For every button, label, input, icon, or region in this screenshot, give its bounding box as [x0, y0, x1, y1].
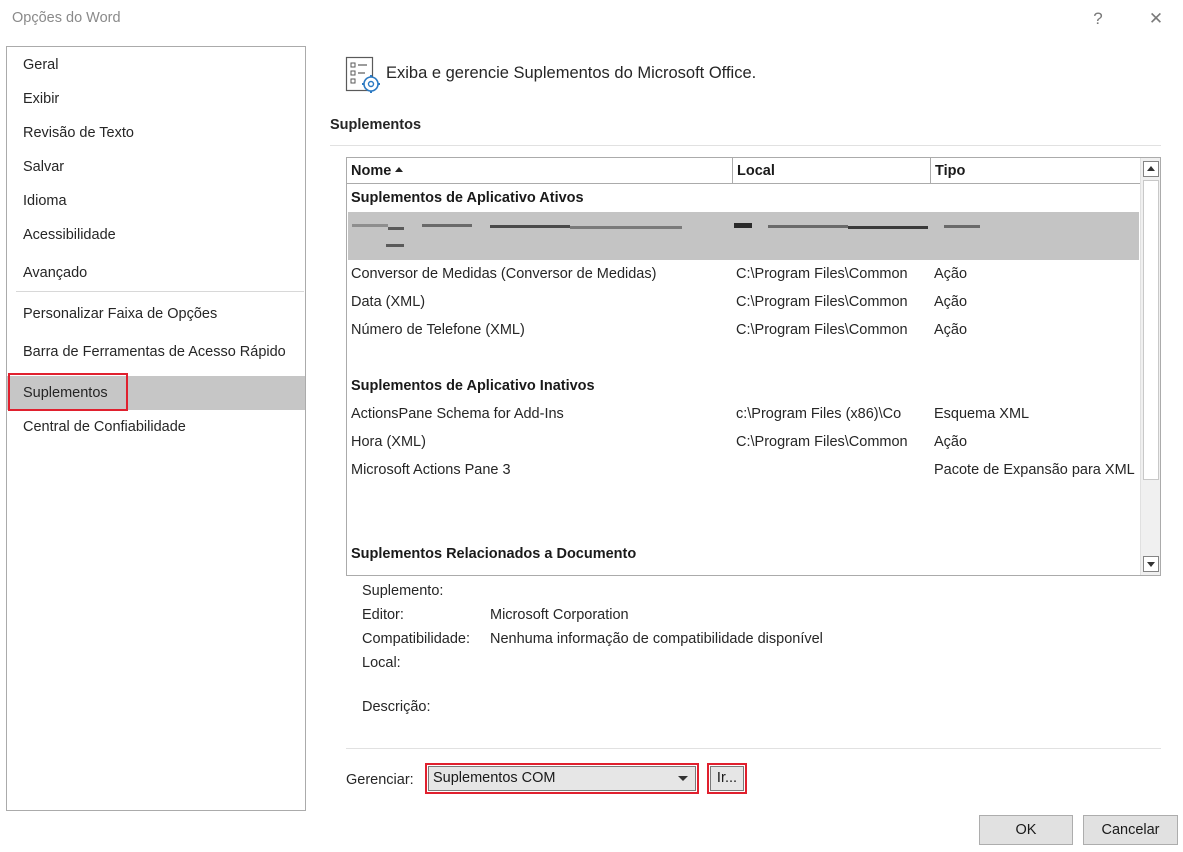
- scroll-down-icon[interactable]: [1143, 556, 1159, 572]
- sidebar-item-revisao-texto[interactable]: Revisão de Texto: [7, 116, 305, 150]
- header-text: Exiba e gerencie Suplementos do Microsof…: [386, 64, 757, 82]
- addin-name-cell[interactable]: Microsoft Actions Pane 3: [351, 462, 511, 478]
- addin-type-cell: Ação: [934, 434, 968, 450]
- detail-location-label: Local:: [362, 655, 401, 671]
- addin-type-cell: Pacote de Expansão para XML: [934, 462, 1135, 478]
- addin-type-cell: Esquema XML: [934, 406, 1030, 422]
- detail-publisher-value: Microsoft Corporation: [490, 607, 629, 623]
- addin-type-cell: Ação: [934, 322, 968, 338]
- column-header-nome[interactable]: Nome: [347, 158, 733, 184]
- sidebar-item-acessibilidade[interactable]: Acessibilidade: [7, 218, 305, 252]
- window-title: Opções do Word: [12, 10, 121, 26]
- sidebar-item-geral[interactable]: Geral: [7, 48, 305, 82]
- addin-name-cell[interactable]: Conversor de Medidas (Conversor de Medid…: [351, 266, 656, 282]
- addin-location-cell: C:\Program Files\Common: [736, 434, 908, 450]
- sidebar-item-exibir[interactable]: Exibir: [7, 82, 305, 116]
- ok-button[interactable]: OK: [979, 815, 1073, 845]
- close-button[interactable]: ✕: [1143, 6, 1169, 32]
- group-header-active: Suplementos de Aplicativo Ativos: [351, 190, 584, 206]
- detail-addin-label: Suplemento:: [362, 583, 444, 599]
- group-header-document: Suplementos Relacionados a Documento: [351, 546, 637, 562]
- manage-label: Gerenciar:: [346, 772, 414, 788]
- addins-list[interactable]: Nome Local Tipo Suplementos de Aplicativ…: [346, 157, 1161, 576]
- scrollbar-thumb[interactable]: [1143, 180, 1159, 480]
- sidebar-item-personalizar-faixa[interactable]: Personalizar Faixa de Opções: [7, 297, 305, 331]
- addin-name-cell[interactable]: Número de Telefone (XML): [351, 322, 525, 338]
- addin-type-cell: Ação: [934, 266, 968, 282]
- addin-type-cell: Ação: [934, 294, 968, 310]
- cancel-button[interactable]: Cancelar: [1083, 815, 1178, 845]
- addin-location-cell: C:\Program Files\Common: [736, 266, 908, 282]
- sidebar-item-avancado[interactable]: Avançado: [7, 256, 305, 290]
- addin-location-cell: c:\Program Files (x86)\Co: [736, 406, 902, 422]
- highlight-go-button: [707, 763, 747, 794]
- addin-location-cell: C:\Program Files\Common: [736, 294, 908, 310]
- list-scrollbar[interactable]: [1140, 158, 1160, 575]
- addin-name-cell[interactable]: ActionsPane Schema for Add-Ins: [351, 406, 564, 422]
- options-sidebar: Geral Exibir Revisão de Texto Salvar Idi…: [6, 46, 306, 811]
- sidebar-item-salvar[interactable]: Salvar: [7, 150, 305, 184]
- highlight-manage-dropdown: [425, 763, 699, 794]
- sidebar-item-idioma[interactable]: Idioma: [7, 184, 305, 218]
- column-header-local[interactable]: Local: [733, 158, 931, 184]
- sidebar-item-central-confiabilidade[interactable]: Central de Confiabilidade: [7, 410, 305, 444]
- addin-location-cell: C:\Program Files\Common: [736, 322, 908, 338]
- bottom-divider: [346, 748, 1161, 749]
- scroll-up-icon[interactable]: [1143, 161, 1159, 177]
- table-row-selected-redacted[interactable]: [348, 212, 1139, 260]
- detail-publisher-label: Editor:: [362, 607, 404, 623]
- group-header-inactive: Suplementos de Aplicativo Inativos: [351, 378, 595, 394]
- highlight-suplementos: [8, 373, 128, 411]
- sidebar-divider: [16, 291, 304, 292]
- addin-name-cell[interactable]: Data (XML): [351, 294, 425, 310]
- addin-name-cell[interactable]: Hora (XML): [351, 434, 426, 450]
- section-title: Suplementos: [330, 117, 422, 133]
- sort-ascending-icon: [395, 166, 404, 172]
- addins-settings-icon: [345, 56, 383, 94]
- column-header-tipo[interactable]: Tipo: [931, 158, 1140, 184]
- detail-compat-value: Nenhuma informação de compatibilidade di…: [490, 631, 823, 647]
- section-divider: [330, 145, 1161, 146]
- sidebar-item-barra-acesso-rapido[interactable]: Barra de Ferramentas de Acesso Rápido: [7, 335, 305, 369]
- detail-compat-label: Compatibilidade:: [362, 631, 471, 647]
- list-header: Nome Local Tipo: [347, 158, 1140, 184]
- detail-description-label: Descrição:: [362, 699, 431, 715]
- help-button[interactable]: ?: [1085, 6, 1111, 32]
